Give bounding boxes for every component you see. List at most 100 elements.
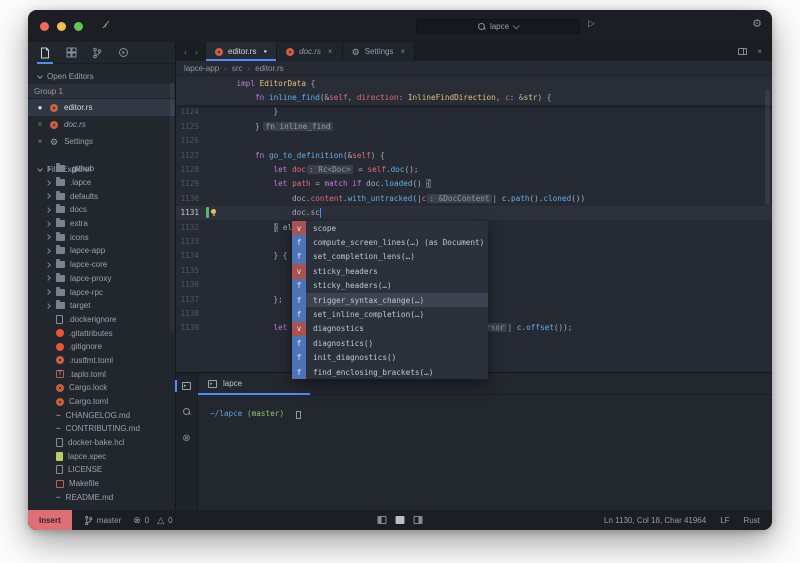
open-editor-item[interactable]: ×doc.rs <box>28 116 175 133</box>
explorer-file[interactable]: LICENSE <box>28 463 175 477</box>
code-token: let <box>274 323 288 332</box>
line-ending[interactable]: LF <box>720 516 729 525</box>
code-line[interactable]: 1124 } <box>176 105 772 119</box>
md-icon: ~ <box>56 411 61 420</box>
completion-item[interactable]: fset_inline_completion(…) <box>292 307 488 321</box>
explorer-file[interactable]: .dockerignore <box>28 313 175 327</box>
completion-popup: vscopefcompute_screen_lines(…) (as Docum… <box>292 221 488 379</box>
code-line[interactable]: 1129 let path = match if doc.loaded() { <box>176 177 772 191</box>
explorer-item-label: README.md <box>66 493 114 502</box>
explorer-file[interactable]: Cargo.lock <box>28 381 175 395</box>
tab-editor-rs[interactable]: editor.rs● <box>206 42 277 61</box>
editor-scrollbar[interactable] <box>765 90 770 205</box>
minimize-window-button[interactable] <box>57 22 66 31</box>
explorer-file[interactable]: Makefile <box>28 477 175 491</box>
breadcrumb-segment[interactable]: editor.rs <box>255 64 283 73</box>
explorer-file[interactable]: ~CHANGELOG.md <box>28 408 175 422</box>
completion-item[interactable]: vsticky_headers <box>292 264 488 278</box>
completion-item[interactable]: vdiagnostics <box>292 322 488 336</box>
completion-item[interactable]: fcompute_screen_lines(…) (as Document) <box>292 235 488 249</box>
completion-item[interactable]: ftrigger_syntax_change(…) <box>292 293 488 307</box>
toggle-left-panel-icon[interactable] <box>378 516 387 524</box>
explorer-file[interactable]: ~CONTRIBUTING.md <box>28 422 175 436</box>
editor-group-header[interactable]: Group 1 <box>28 84 175 99</box>
code-line[interactable]: 1128 let doc: Rc<Doc> = self.doc(); <box>176 162 772 176</box>
explorer-folder[interactable]: .lapce <box>28 176 175 190</box>
explorer-file[interactable]: Cargo.toml <box>28 395 175 409</box>
editor-tabbar: ‹ › editor.rs●doc.rs×⚙Settings× × <box>176 42 772 61</box>
explorer-folder[interactable]: lapce-proxy <box>28 272 175 286</box>
open-editors-header[interactable]: Open Editors <box>28 68 175 84</box>
explorer-folder[interactable]: target <box>28 299 175 313</box>
explorer-file[interactable]: docker-bake.hcl <box>28 436 175 450</box>
language-mode[interactable]: Rust <box>744 516 760 525</box>
debug-icon[interactable] <box>116 45 130 61</box>
close-icon[interactable]: × <box>36 137 44 146</box>
terminal-panel-icon[interactable]: ▸ <box>180 379 194 393</box>
search-panel-icon[interactable] <box>180 405 194 419</box>
lightbulb-icon[interactable] <box>211 209 216 214</box>
completion-item[interactable]: ffind_enclosing_brackets(…) <box>292 365 488 379</box>
git-branch-item[interactable]: master <box>84 515 121 526</box>
md-icon: ~ <box>56 424 61 433</box>
plugins-icon[interactable] <box>64 45 78 61</box>
completion-item[interactable]: finit_diagnostics() <box>292 351 488 365</box>
code-line[interactable]: 1125 }fn inline_find <box>176 119 772 133</box>
close-window-button[interactable] <box>40 22 49 31</box>
code-line[interactable]: 1130 doc.content.with_untracked(|c: &Doc… <box>176 191 772 205</box>
gutter-markers <box>206 234 218 248</box>
tab-scroll-right-button[interactable]: › <box>195 47 198 57</box>
explorer-folder[interactable]: .github <box>28 162 175 176</box>
tab-doc-rs[interactable]: doc.rs× <box>277 42 342 61</box>
toggle-bottom-panel-icon[interactable] <box>396 516 405 524</box>
close-icon[interactable]: × <box>36 120 44 129</box>
explorer-folder[interactable]: lapce-core <box>28 258 175 272</box>
toggle-right-panel-icon[interactable] <box>414 516 423 524</box>
code-text: let path = match if doc.loaded() { <box>218 179 431 188</box>
command-palette[interactable]: lapce <box>416 19 580 34</box>
code-token: go_to_definition <box>269 151 343 160</box>
completion-item[interactable]: fdiagnostics() <box>292 336 488 350</box>
close-editor-icon[interactable]: × <box>757 47 762 56</box>
zoom-window-button[interactable] <box>74 22 83 31</box>
sidebar-scrollbar[interactable] <box>170 82 174 332</box>
explorer-file[interactable]: T.taplo.toml <box>28 367 175 381</box>
code-line[interactable]: 1126 <box>176 134 772 148</box>
explorer-file[interactable]: .gitignore <box>28 340 175 354</box>
explorer-folder[interactable]: lapce-app <box>28 244 175 258</box>
tab-scroll-left-button[interactable]: ‹ <box>184 47 187 57</box>
close-tab-icon[interactable]: × <box>401 47 406 56</box>
explorer-file[interactable]: ~README.md <box>28 491 175 505</box>
explorer-file[interactable]: lapce.spec <box>28 449 175 463</box>
explorer-folder[interactable]: extra <box>28 217 175 231</box>
open-editor-item[interactable]: ×⚙Settings <box>28 133 175 150</box>
code-line[interactable]: 1131 doc.sc <box>176 206 772 220</box>
explorer-file[interactable]: .gitattributes <box>28 326 175 340</box>
file-explorer-icon[interactable] <box>38 45 52 61</box>
settings-gear-icon[interactable]: ⚙ <box>752 17 762 30</box>
close-tab-icon[interactable]: × <box>328 47 333 56</box>
explorer-folder[interactable]: docs <box>28 203 175 217</box>
breadcrumb-segment[interactable]: src <box>232 64 243 73</box>
explorer-folder[interactable]: icons <box>28 230 175 244</box>
code-line[interactable]: 1127 fn go_to_definition(&self) { <box>176 148 772 162</box>
explorer-folder[interactable]: lapce-rpc <box>28 285 175 299</box>
terminal-content[interactable]: ~/lapce (master) <box>198 395 772 418</box>
diagnostics-item[interactable]: ⊗ 0 △ 0 <box>133 515 172 526</box>
code-token: fn <box>255 93 264 102</box>
source-control-icon[interactable] <box>90 45 104 61</box>
run-button[interactable]: ▷ <box>588 18 595 29</box>
completion-item[interactable]: fsticky_headers(…) <box>292 279 488 293</box>
split-editor-icon[interactable] <box>738 48 747 55</box>
cursor-position[interactable]: Ln 1130, Col 18, Char 41964 <box>604 516 706 525</box>
completion-item[interactable]: vscope <box>292 221 488 235</box>
explorer-file[interactable]: .rustfmt.toml <box>28 354 175 368</box>
tab-Settings[interactable]: ⚙Settings× <box>343 42 416 61</box>
explorer-folder[interactable]: defaults <box>28 189 175 203</box>
code-token <box>218 323 274 332</box>
breadcrumb-segment[interactable]: lapce-app <box>184 64 219 73</box>
open-editor-item[interactable]: ●editor.rs <box>28 99 175 116</box>
code-token: = <box>354 165 368 174</box>
completion-item[interactable]: fset_completion_lens(…) <box>292 250 488 264</box>
problems-panel-icon[interactable]: ⊗ <box>180 431 194 445</box>
